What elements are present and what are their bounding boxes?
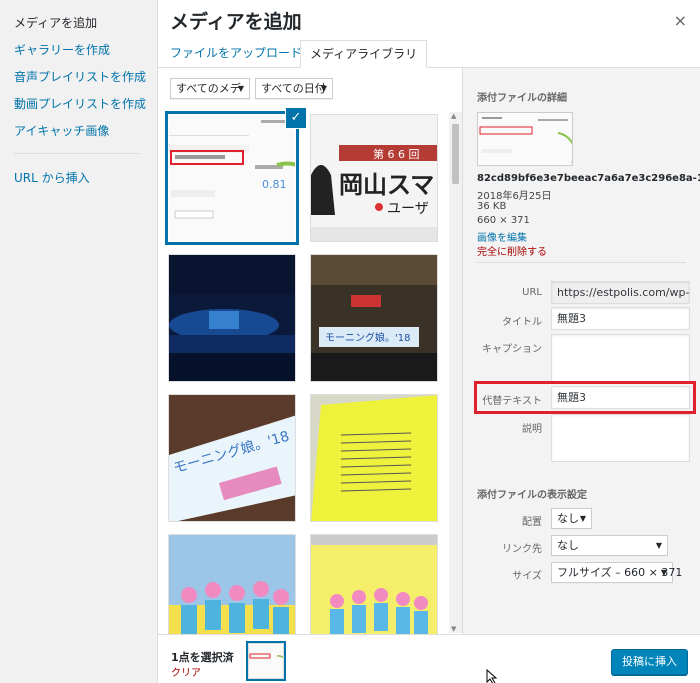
caption-label: キャプション [482,344,542,355]
close-icon[interactable]: × [674,11,687,30]
url-field[interactable]: https://estpolis.com/wp-conte [551,281,690,304]
attachment-dimensions: 660 × 371 [477,215,530,226]
align-label: 配置 [522,517,542,528]
link-to-select[interactable]: なし ▼ [551,535,668,556]
attachment-date: 2018年6月25日 [477,191,552,202]
title-label: タイトル [502,317,542,328]
details-heading: 添付ファイルの詳細 [477,93,567,104]
cd-booklet-photo [311,535,437,634]
clear-selection-link[interactable]: クリア [171,664,201,679]
ticket-photo: モーニング娘。'18 [169,395,295,521]
scroll-up-icon[interactable]: ▲ [451,112,456,120]
details-thumbnail [477,112,573,166]
align-select[interactable]: なし ▼ [551,508,592,529]
url-label: URL [522,287,542,298]
alt-text-field[interactable]: 無題3 [551,386,690,409]
t1-value-text: 0.81 [262,178,287,191]
attachment-filesize: 36 KB [477,201,507,212]
chevron-down-icon: ▼ [655,541,662,550]
tab-media-library[interactable]: メディアライブラリ [300,40,428,68]
attachment-thumbnail[interactable] [168,254,296,382]
description-label: 説明 [522,424,542,435]
router-tabs: ファイルをアップロード メディアライブラリ [158,40,700,68]
media-menu: メディアを追加 ギャラリーを作成 音声プレイリストを作成 動画プレイリストを作成… [0,0,158,683]
tab-upload-files[interactable]: ファイルをアップロード [161,40,311,68]
chevron-down-icon: ▼ [579,514,586,523]
edit-image-link[interactable]: 画像を編集 [477,229,527,244]
attachment-thumbnail[interactable] [310,534,438,634]
menu-create-video-playlist[interactable]: 動画プレイリストを作成 [14,95,146,112]
frame-title: メディアを追加 [170,11,302,33]
attachments-grid: 0.81 第 6 6 回 岡山スマ ユーザ モーニング娘。'18 モーニング娘。… [158,68,462,634]
sidebar-divider [477,262,686,263]
leaflet-photo [311,395,437,521]
align-select-value: なし [557,512,579,525]
menu-add-media[interactable]: メディアを追加 [14,14,97,31]
display-settings-heading: 添付ファイルの表示設定 [477,490,587,501]
menu-featured-image[interactable]: アイキャッチ画像 [14,122,109,139]
banner-top-text: 第 6 6 回 [373,147,420,161]
size-select[interactable]: フルサイズ – 660 × 371 ▼ [551,562,682,583]
description-field[interactable] [551,414,690,462]
selection-count: 1点を選択済 [171,651,234,664]
menu-create-gallery[interactable]: ギャラリーを作成 [14,41,110,58]
group-photo [169,535,295,634]
banner-thumbnail: 第 6 6 回 岡山スマ ユーザ [311,115,437,241]
menu-separator [14,153,140,154]
selection-thumbnail[interactable] [248,643,284,679]
delete-permanently-link[interactable]: 完全に削除する [477,243,547,258]
attachment-thumbnail[interactable] [310,394,438,522]
attachment-thumbnail[interactable]: モーニング娘。'18 [168,394,296,522]
banner-sub-text: ユーザ [387,201,429,217]
media-toolbar: 1点を選択済 クリア 投稿に挿入 [158,634,700,683]
scrollbar-thumb[interactable] [452,124,459,184]
attachment-thumbnail[interactable]: 第 6 6 回 岡山スマ ユーザ [310,114,438,242]
mouse-cursor-icon [486,669,498,683]
screenshot-thumbnail: 0.81 [169,115,295,241]
menu-insert-from-url[interactable]: URL から挿入 [14,169,90,186]
concert-photo [169,255,295,381]
banner-main-text: 岡山スマ [339,171,434,199]
attachment-thumbnail[interactable]: モーニング娘。'18 [310,254,438,382]
menu-create-audio-playlist[interactable]: 音声プレイリストを作成 [14,68,146,85]
title-field[interactable]: 無題3 [551,307,690,330]
scroll-down-icon[interactable]: ▼ [451,625,456,633]
chevron-down-icon: ▼ [660,568,667,577]
alt-text-label: 代替テキスト [482,396,542,407]
link-to-label: リンク先 [502,544,542,555]
link-to-select-value: なし [557,539,579,552]
attachment-filename: 82cd89bf6e3e7beeac7a6a7e3c296e8a-1.png [477,173,700,184]
t4-caption-text: モーニング娘。'18 [325,331,410,344]
attachment-thumbnail[interactable]: 0.81 [168,114,296,242]
selected-check-icon[interactable]: ✓ [286,108,306,128]
attachment-thumbnail[interactable] [168,534,296,634]
insert-into-post-button[interactable]: 投稿に挿入 [611,649,688,675]
caption-field[interactable] [551,334,690,382]
venue-photo: モーニング娘。'18 [311,255,437,381]
grid-scrollbar[interactable]: ▲ ▼ [449,112,462,633]
attachment-details-sidebar: 添付ファイルの詳細 82cd89bf6e3e7beeac7a6a7e3c296e… [462,68,700,634]
size-label: サイズ [512,571,542,582]
